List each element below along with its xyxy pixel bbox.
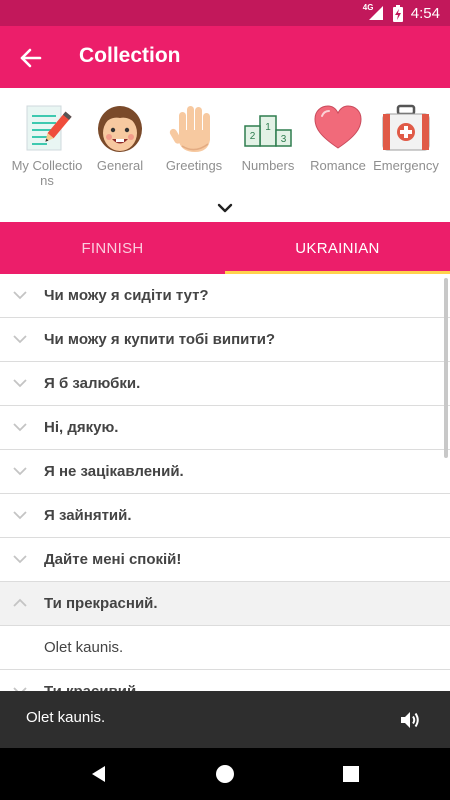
tab-finnish[interactable]: FINNISH xyxy=(0,222,225,274)
category-label: General xyxy=(96,158,144,173)
network-type: 4G xyxy=(362,3,374,12)
svg-text:2: 2 xyxy=(250,131,256,142)
category-romance[interactable]: Romance xyxy=(300,102,376,173)
chevron-down-icon xyxy=(13,379,27,388)
first-aid-kit-icon xyxy=(382,104,430,151)
nav-back-icon[interactable] xyxy=(87,762,111,786)
chevron-down-icon xyxy=(13,335,27,344)
heart-icon xyxy=(314,105,362,149)
translation-text: Olet kaunis. xyxy=(44,639,124,656)
language-tabs: FINNISH UKRAINIAN xyxy=(0,222,450,274)
phrase-text: Я зайнятий. xyxy=(44,507,132,524)
phrase-row[interactable]: Чи можу я сидіти тут? xyxy=(0,274,450,318)
phrase-row[interactable]: Я не зацікавлений. xyxy=(0,450,450,494)
category-label: Emergency xyxy=(373,158,439,173)
phrase-translation[interactable]: Olet kaunis. xyxy=(0,626,450,670)
page-title: Collection xyxy=(79,44,181,67)
svg-text:3: 3 xyxy=(281,134,287,145)
scrollbar[interactable] xyxy=(444,278,448,458)
phrase-row[interactable]: Ні, дякую. xyxy=(0,406,450,450)
phrase-text: Я б залюбки. xyxy=(44,375,141,392)
podium-icon: 1 2 3 xyxy=(244,115,292,147)
category-label: Romance xyxy=(310,158,366,173)
chevron-down-icon xyxy=(13,555,27,564)
category-strip: My Collections General Greetings 1 2 3 N… xyxy=(0,88,450,222)
tab-ukrainian[interactable]: UKRAINIAN xyxy=(225,222,450,274)
category-my-collections[interactable]: My Collections xyxy=(9,102,85,188)
status-bar: 4G 4:54 xyxy=(0,0,450,26)
category-greetings[interactable]: Greetings xyxy=(156,102,232,173)
app-bar: Collection xyxy=(0,26,450,88)
phrase-text: Ти красивий. xyxy=(44,683,140,691)
chevron-down-icon xyxy=(13,423,27,432)
category-label: Greetings xyxy=(165,158,223,173)
nav-home-icon[interactable] xyxy=(213,762,237,786)
smiling-face-icon xyxy=(98,106,142,152)
notepad-pencil-icon xyxy=(26,105,72,151)
phrase-text: Ні, дякую. xyxy=(44,419,119,436)
phrase-text: Я не зацікавлений. xyxy=(44,463,184,480)
chevron-up-icon xyxy=(13,598,27,607)
phrase-list[interactable]: Чи можу я сидіти тут? Чи можу я купити т… xyxy=(0,274,450,691)
signal-icon: 4G xyxy=(362,3,385,21)
phrase-text: Ти прекрасний. xyxy=(44,595,158,612)
chevron-down-icon xyxy=(13,291,27,300)
phrase-row[interactable]: Чи можу я купити тобі випити? xyxy=(0,318,450,362)
svg-text:1: 1 xyxy=(265,122,271,133)
battery-icon xyxy=(392,4,403,22)
back-arrow-icon[interactable] xyxy=(16,43,46,73)
category-emergency[interactable]: Emergency xyxy=(368,102,444,173)
category-general[interactable]: General xyxy=(82,102,158,173)
category-label: Numbers xyxy=(241,158,295,173)
system-nav-bar xyxy=(0,748,450,800)
phrase-text: Дайте мені спокій! xyxy=(44,551,182,568)
phrase-row[interactable]: Ти красивий. xyxy=(0,670,450,691)
snackbar-text: Olet kaunis. xyxy=(26,709,106,726)
phrase-row[interactable]: Я б залюбки. xyxy=(0,362,450,406)
nav-recents-icon[interactable] xyxy=(339,762,363,786)
phrase-text: Чи можу я купити тобі випити? xyxy=(44,331,276,348)
audio-snackbar: Olet kaunis. xyxy=(0,691,450,748)
phrase-row[interactable]: Дайте мені спокій! xyxy=(0,538,450,582)
phrase-row-expanded[interactable]: Ти прекрасний. xyxy=(0,582,450,626)
phrase-text: Чи можу я сидіти тут? xyxy=(44,287,209,304)
chevron-down-icon xyxy=(13,511,27,520)
category-numbers[interactable]: 1 2 3 Numbers xyxy=(230,102,306,173)
clock: 4:54 xyxy=(410,4,440,22)
category-label: My Collections xyxy=(11,158,83,188)
speaker-icon[interactable] xyxy=(398,708,422,732)
chevron-down-icon xyxy=(13,467,27,476)
waving-hand-icon xyxy=(169,106,210,152)
chevron-down-icon[interactable] xyxy=(216,202,234,214)
phrase-row[interactable]: Я зайнятий. xyxy=(0,494,450,538)
